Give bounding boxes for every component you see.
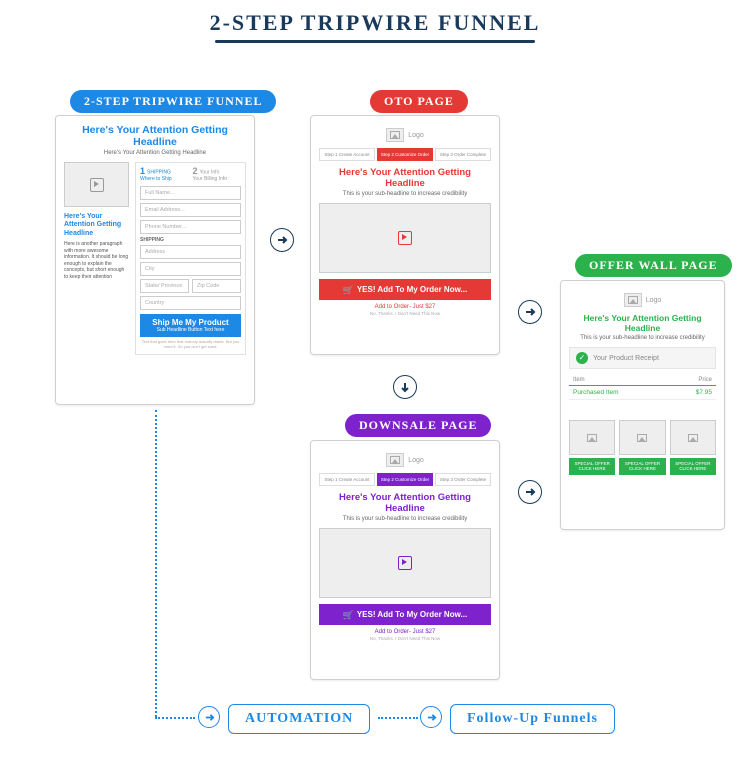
- tab-step3: Step 3 Order Complete: [435, 473, 491, 486]
- dotted-connector: [378, 717, 418, 719]
- offer-image: [670, 420, 716, 455]
- offer-3: SPECIAL OFFER CLICK HERE: [670, 420, 716, 475]
- diagram-title: 2-STEP TRIPWIRE FUNNEL: [0, 10, 750, 36]
- image-icon: [390, 456, 400, 464]
- cart-icon: [343, 611, 353, 619]
- email-input[interactable]: Email Address...: [140, 203, 241, 217]
- c1-sub: Here's Your Attention Getting Headline: [64, 150, 246, 156]
- shipping-label: SHIPPING: [140, 237, 241, 243]
- address-input[interactable]: Address: [140, 245, 241, 259]
- phone-input[interactable]: Phone Number...: [140, 220, 241, 234]
- arrow-right-icon: [198, 706, 220, 728]
- c1-video-thumb: [64, 162, 129, 207]
- c1-left-headline: Here's Your Attention Getting Headline: [64, 213, 129, 238]
- logo-text: Logo: [408, 132, 424, 139]
- followup-box: Follow-Up Funnels: [450, 704, 615, 734]
- title-underline: [215, 40, 535, 43]
- arrow-right-icon: [518, 300, 542, 324]
- dotted-connector: [155, 717, 195, 719]
- zip-input[interactable]: Zip Code: [192, 279, 241, 293]
- offer-button[interactable]: SPECIAL OFFER CLICK HERE: [619, 458, 665, 475]
- play-icon: [398, 556, 412, 570]
- downsale-headline: Here's Your Attention Getting Headline: [319, 492, 491, 514]
- c1-left-para: Here is another paragraph with more awes…: [64, 241, 129, 280]
- logo-placeholder: [624, 293, 642, 307]
- offer-image: [619, 420, 665, 455]
- country-input[interactable]: Country: [140, 296, 241, 310]
- oto-video: [319, 203, 491, 273]
- receipt-bar: ✓ Your Product Receipt: [569, 347, 716, 369]
- arrow-down-icon: [393, 375, 417, 399]
- image-icon: [688, 434, 698, 442]
- offer-2: SPECIAL OFFER CLICK HERE: [619, 420, 665, 475]
- offerwall-sub: This is your sub-headline to increase cr…: [569, 335, 716, 341]
- card1-label: 2-STEP TRIPWIRE FUNNEL: [70, 90, 276, 113]
- logo-text: Logo: [646, 297, 662, 304]
- play-icon: [90, 178, 104, 192]
- downsale-nothanks[interactable]: No, Thanks. I Don't Need This Now: [319, 636, 491, 641]
- image-icon: [637, 434, 647, 442]
- offerwall-headline: Here's Your Attention Getting Headline: [569, 313, 716, 333]
- downsale-addline: Add to Order- Just $27: [319, 629, 491, 635]
- automation-box: AUTOMATION: [228, 704, 370, 734]
- step-1: 1SHIPPINGWhere to Ship: [140, 167, 189, 182]
- oto-headline: Here's Your Attention Getting Headline: [319, 167, 491, 189]
- offer-1: SPECIAL OFFER CLICK HERE: [569, 420, 615, 475]
- offer-image: [569, 420, 615, 455]
- table-row: Purchased Item$7.95: [569, 386, 716, 400]
- full-name-input[interactable]: Full Name...: [140, 186, 241, 200]
- tab-step2: Step 2 Customize Order: [377, 473, 433, 486]
- step-2: 2Your InfoYour Billing Info: [193, 167, 242, 182]
- downsale-card: Logo Step 1 Create Account Step 2 Custom…: [310, 440, 500, 680]
- image-icon: [390, 131, 400, 139]
- downsale-sub: This is your sub-headline to increase cr…: [319, 516, 491, 522]
- state-input[interactable]: State/ Province: [140, 279, 189, 293]
- offer-button[interactable]: SPECIAL OFFER CLICK HERE: [569, 458, 615, 475]
- arrow-right-icon: [518, 480, 542, 504]
- image-icon: [628, 296, 638, 304]
- offerwall-card: Logo Here's Your Attention Getting Headl…: [560, 280, 725, 530]
- check-icon: ✓: [576, 352, 588, 364]
- cart-icon: [343, 286, 353, 294]
- oto-nothanks[interactable]: No, Thanks. I Don't Need This Now: [319, 311, 491, 316]
- card2-label: OTO PAGE: [370, 90, 468, 113]
- offer-button[interactable]: SPECIAL OFFER CLICK HERE: [670, 458, 716, 475]
- arrow-right-icon: [420, 706, 442, 728]
- tab-step2: Step 2 Customize Order: [377, 148, 433, 161]
- tab-step1: Step 1 Create Account: [319, 148, 375, 161]
- play-icon: [398, 231, 412, 245]
- oto-card: Logo Step 1 Create Account Step 2 Custom…: [310, 115, 500, 355]
- oto-addline: Add to Order- Just $27: [319, 304, 491, 310]
- arrow-right-icon: [270, 228, 294, 252]
- tab-step1: Step 1 Create Account: [319, 473, 375, 486]
- dotted-connector: [155, 410, 157, 717]
- logo-placeholder: [386, 128, 404, 142]
- downsale-video: [319, 528, 491, 598]
- c1-headline: Here's Your Attention Getting Headline: [64, 124, 246, 148]
- downsale-cta-button[interactable]: YES! Add To My Order Now...: [319, 604, 491, 625]
- logo-placeholder: [386, 453, 404, 467]
- card4-label: OFFER WALL PAGE: [575, 254, 732, 277]
- table-header: ItemPrice: [569, 375, 716, 386]
- city-input[interactable]: City: [140, 262, 241, 276]
- oto-sub: This is your sub-headline to increase cr…: [319, 191, 491, 197]
- ship-product-button[interactable]: Ship Me My Product Sub Headline Button T…: [140, 314, 241, 337]
- image-icon: [587, 434, 597, 442]
- tab-step3: Step 3 Order Complete: [435, 148, 491, 161]
- logo-text: Logo: [408, 457, 424, 464]
- oto-cta-button[interactable]: YES! Add To My Order Now...: [319, 279, 491, 300]
- card3-label: DOWNSALE PAGE: [345, 414, 491, 437]
- tripwire-card: Here's Your Attention Getting Headline H…: [55, 115, 255, 405]
- fineprint: Text that goes here that nobody actually…: [140, 340, 241, 350]
